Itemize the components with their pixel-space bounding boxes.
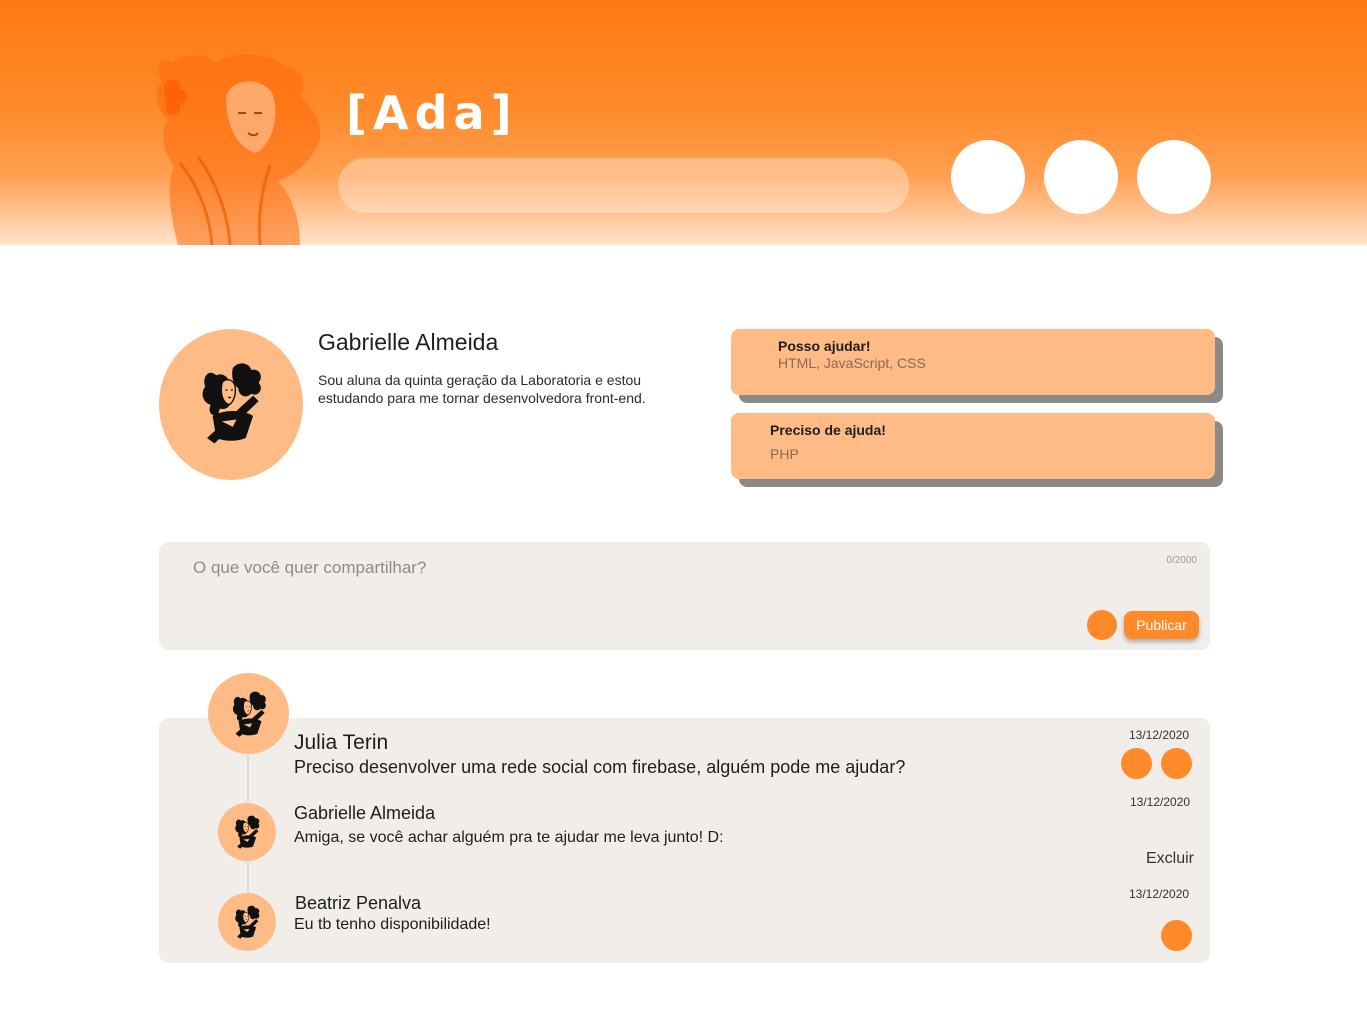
ada-lovelace-illustration [156,54,321,245]
char-count: 0/2000 [1166,555,1197,566]
can-help-card: Posso ajudar! HTML, JavaScript, CSS [731,329,1223,403]
ada-portrait-icon [223,686,275,742]
post-date: 13/12/2020 [1129,728,1190,742]
like-comment-button[interactable] [1161,920,1192,951]
post-input[interactable] [191,556,1095,600]
post-text: Preciso desenvolver uma rede social com … [294,757,906,777]
ada-portrait-icon [185,353,277,453]
need-help-title: Preciso de ajuda! [770,422,886,438]
nav-button-3[interactable] [1137,140,1211,214]
comment-button[interactable] [1161,748,1192,779]
can-help-skills: HTML, JavaScript, CSS [778,355,926,371]
ada-portrait-icon [228,902,266,942]
profile-name: Gabrielle Almeida [318,329,499,355]
profile-bio: Sou aluna da quinta geração da Laborator… [318,372,646,406]
delete-comment-button[interactable]: Excluir [1146,850,1194,868]
need-help-skills: PHP [770,446,799,462]
publish-button[interactable]: Publicar [1124,611,1199,639]
card-face: Posso ajudar! HTML, JavaScript, CSS [731,329,1215,395]
comment-text: Eu tb tenho disponibilidade! [294,916,491,933]
comment-author-avatar[interactable] [218,893,276,951]
can-help-title: Posso ajudar! [778,338,871,354]
profile-avatar [159,329,303,480]
header: [Ada] [0,0,1367,245]
post-author-avatar[interactable] [208,673,289,754]
app-logo[interactable]: [Ada] [346,86,518,140]
nav-button-1[interactable] [951,140,1025,214]
like-button[interactable] [1121,748,1152,779]
need-help-card: Preciso de ajuda! PHP [731,413,1223,487]
comment-author[interactable]: Beatriz Penalva [295,893,421,914]
ada-portrait-icon [228,812,266,852]
comment-date: 13/12/2020 [1129,887,1190,901]
comment-author-avatar[interactable] [218,803,276,861]
search-input[interactable] [338,158,909,213]
card-face: Preciso de ajuda! PHP [731,413,1215,479]
nav-button-2[interactable] [1044,140,1118,214]
attach-button[interactable] [1087,610,1117,640]
comment-text: Amiga, se você achar alguém pra te ajuda… [294,829,724,846]
comment-author[interactable]: Gabrielle Almeida [294,803,435,824]
post-author[interactable]: Julia Terin [294,731,388,755]
comment-date: 13/12/2020 [1130,795,1191,809]
post-composer: 0/2000 Publicar [159,542,1210,650]
